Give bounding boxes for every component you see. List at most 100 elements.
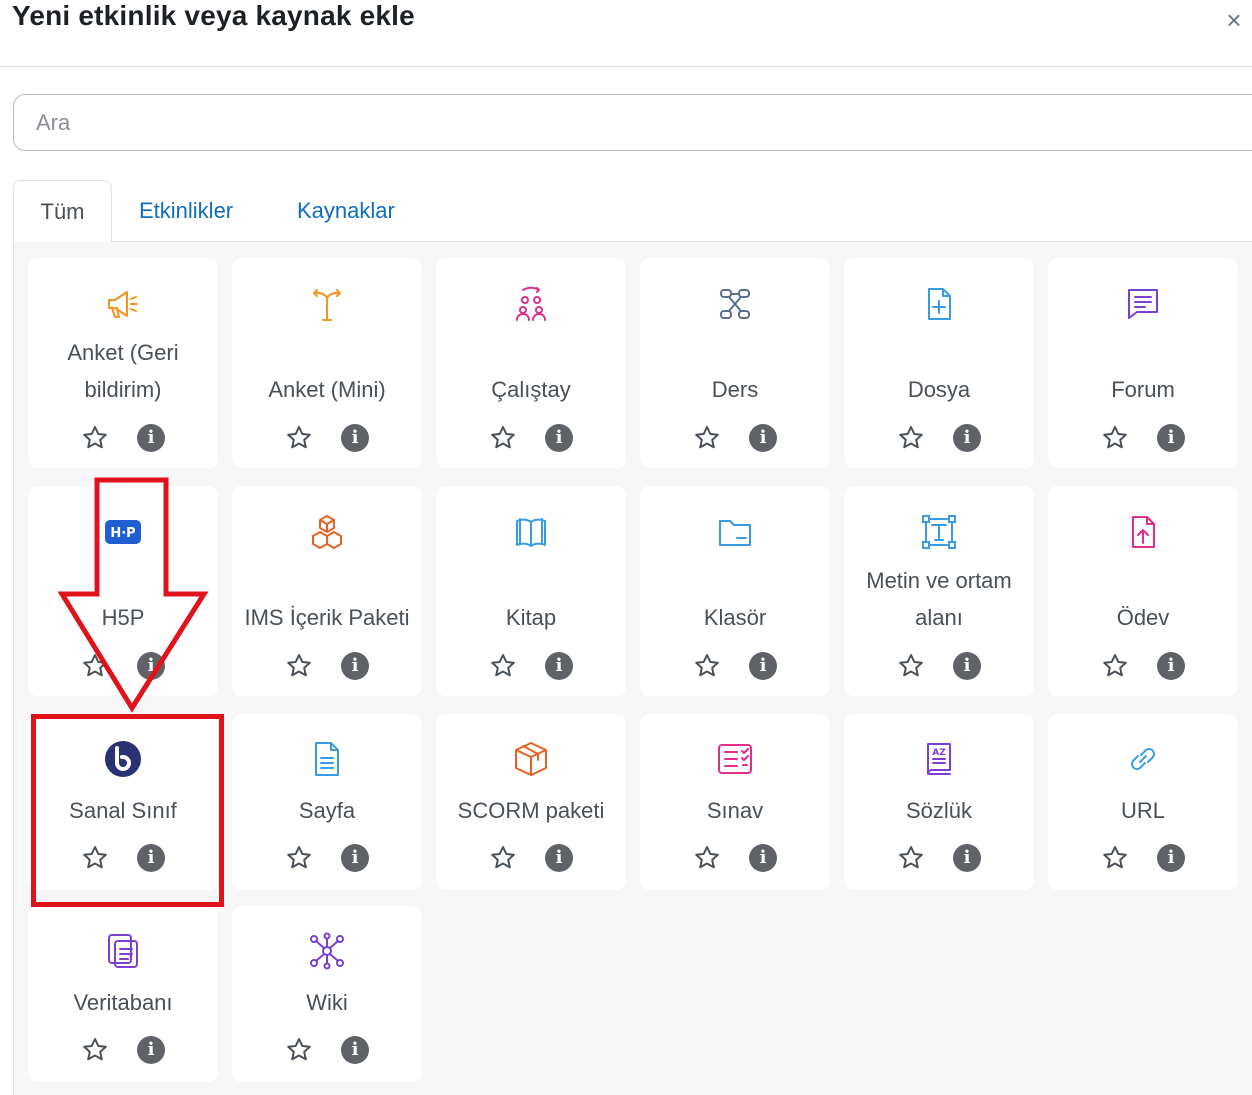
close-icon[interactable]: × [1222,7,1246,33]
module-label: alanı [915,605,963,630]
info-icon[interactable]: i [953,424,981,452]
tab-activities[interactable]: Etkinlikler [139,180,233,242]
star-icon[interactable] [1101,424,1129,452]
module-card[interactable]: Sayfa i [232,714,422,890]
module-label: Anket (Geri [67,340,179,365]
module-card[interactable]: Metin ve ortam alanı i [844,486,1034,696]
module-card[interactable]: Anket (Mini) i [232,258,422,468]
module-label: Sayfa [298,798,356,823]
assignment-upload-icon [1123,512,1163,552]
info-icon[interactable]: i [137,424,165,452]
modal-title: Yeni etkinlik veya kaynak ekle [12,0,415,31]
info-icon[interactable]: i [749,652,777,680]
module-card[interactable]: Kitap i [436,486,626,696]
module-label: SCORM paketi [457,798,605,823]
star-icon[interactable] [897,652,925,680]
module-label: bildirim) [84,377,162,402]
module-card[interactable]: Klasör i [640,486,830,696]
module-label: Anket (Mini) [268,377,386,402]
module-card[interactable]: SCORM paketi i [436,714,626,890]
info-icon[interactable]: i [953,844,981,872]
highlight-box-annotation [31,714,224,907]
star-icon[interactable] [897,844,925,872]
star-icon[interactable] [489,652,517,680]
info-icon[interactable]: i [341,844,369,872]
module-label: H5P [101,605,145,630]
info-icon[interactable]: i [341,1036,369,1064]
info-icon[interactable]: i [1157,652,1185,680]
info-icon[interactable]: i [545,652,573,680]
tab-resources[interactable]: Kaynaklar [297,180,395,242]
database-icon [103,931,143,971]
star-icon[interactable] [285,652,313,680]
module-label: IMS İçerik Paketi [244,605,410,630]
module-label: Ödev [1116,605,1170,630]
module-label: Metin ve ortam [866,568,1012,593]
star-icon[interactable] [489,424,517,452]
book-icon [511,512,551,552]
module-card[interactable]: Wiki i [232,906,422,1082]
module-label: Ders [711,377,759,402]
module-card[interactable]: Çalıştay i [436,258,626,468]
module-card[interactable]: Ödev i [1048,486,1238,696]
glossary-icon: AZ [919,739,959,779]
svg-text:AZ: AZ [932,748,946,758]
star-icon[interactable] [1101,652,1129,680]
wiki-network-icon [307,931,347,971]
info-icon[interactable]: i [1157,424,1185,452]
info-icon[interactable]: i [545,844,573,872]
star-icon[interactable] [285,424,313,452]
h5p-icon: H·P [103,512,143,552]
star-icon[interactable] [285,844,313,872]
star-icon[interactable] [897,424,925,452]
tab-all[interactable]: Tüm [13,180,112,242]
info-icon[interactable]: i [341,424,369,452]
module-card[interactable]: H·P H5P i [28,486,218,696]
info-icon[interactable]: i [137,1036,165,1064]
module-label: Wiki [306,990,348,1015]
star-icon[interactable] [489,844,517,872]
info-icon[interactable]: i [545,424,573,452]
info-icon[interactable]: i [749,844,777,872]
module-card[interactable]: Veritabanı i [28,906,218,1082]
info-icon[interactable]: i [1157,844,1185,872]
package-box-icon [511,739,551,779]
module-card[interactable]: Forum i [1048,258,1238,468]
module-card[interactable]: Anket (Geri bildirim) i [28,258,218,468]
lesson-flow-icon [715,284,755,324]
signpost-icon [307,284,347,324]
modal-header: Yeni etkinlik veya kaynak ekle × [0,0,1252,67]
module-label: Klasör [703,605,767,630]
file-icon [919,284,959,324]
star-icon[interactable] [81,652,109,680]
module-label: Forum [1111,377,1175,402]
module-label: Sınav [706,798,764,823]
info-icon[interactable]: i [341,652,369,680]
link-icon [1123,739,1163,779]
module-card[interactable]: URL i [1048,714,1238,890]
star-icon[interactable] [693,652,721,680]
module-card[interactable]: Sınav i [640,714,830,890]
info-icon[interactable]: i [137,652,165,680]
forum-icon [1123,284,1163,324]
info-icon[interactable]: i [749,424,777,452]
module-label: URL [1120,798,1165,823]
module-card[interactable]: IMS İçerik Paketi i [232,486,422,696]
search-field[interactable] [13,94,1252,151]
page-icon [307,739,347,779]
module-card[interactable]: AZ Sözlük i [844,714,1034,890]
module-label: Dosya [907,377,971,402]
cubes-icon [307,512,347,552]
search-input[interactable] [34,109,938,137]
star-icon[interactable] [693,844,721,872]
info-icon[interactable]: i [953,652,981,680]
star-icon[interactable] [1101,844,1129,872]
star-icon[interactable] [285,1036,313,1064]
star-icon[interactable] [81,1036,109,1064]
module-card[interactable]: Dosya i [844,258,1034,468]
module-label: Veritabanı [73,990,173,1015]
module-card[interactable]: Ders i [640,258,830,468]
star-icon[interactable] [81,424,109,452]
star-icon[interactable] [693,424,721,452]
svg-text:H·P: H·P [110,526,135,541]
